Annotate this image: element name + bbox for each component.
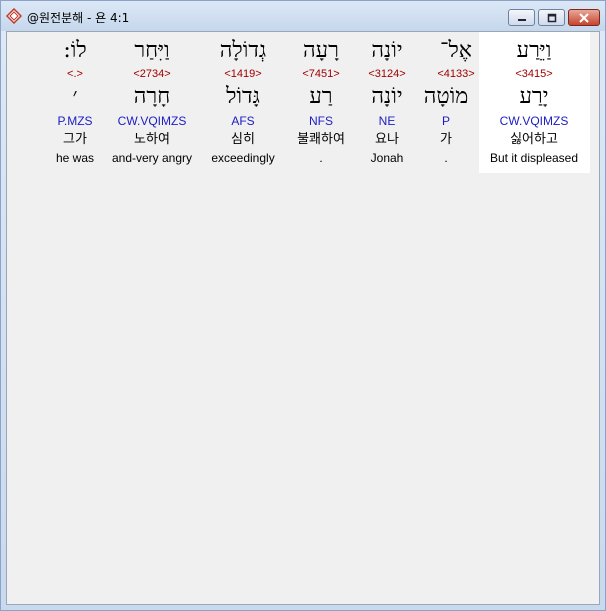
strong-number[interactable]: <2734> <box>102 67 202 81</box>
english-gloss: and-very angry <box>111 151 193 165</box>
close-icon <box>579 8 589 27</box>
korean-gloss: 그가 <box>63 132 87 147</box>
restore-button[interactable] <box>538 9 565 26</box>
morphology-code[interactable]: CW.VQIMZS <box>485 114 583 128</box>
hebrew-lemma[interactable]: חָרָה <box>102 84 202 110</box>
korean-gloss: 노하여 <box>134 132 170 147</box>
morphology-code[interactable]: CW.VQIMZS <box>102 114 202 128</box>
restore-icon <box>547 8 557 27</box>
word-column-6[interactable]: וַיִּחַר <2734> חָרָה CW.VQIMZS 노하여 and-… <box>102 32 202 173</box>
morphology-code[interactable]: P.MZS <box>35 114 115 128</box>
minimize-icon <box>517 8 527 27</box>
app-window: @원전분해 - 욘 4:1 וַיֵּרַע <3415> יָרַע CW.V… <box>0 0 606 611</box>
korean-gloss: 싫어하고 <box>510 132 558 147</box>
strong-number[interactable]: <.> <box>35 67 115 81</box>
hebrew-word[interactable]: לוֹ: <box>35 38 115 64</box>
window-title: @원전분해 - 욘 4:1 <box>27 11 130 25</box>
word-column-1[interactable]: וַיֵּרַע <3415> יָרַע CW.VQIMZS 싫어하고 But… <box>485 32 583 173</box>
word-column-7[interactable]: לוֹ: <.> ׳ P.MZS 그가 he was <box>35 32 115 173</box>
morphology-code[interactable]: AFS <box>193 114 293 128</box>
hebrew-word[interactable]: גְדוֹלָה <box>193 38 293 64</box>
english-gloss: exceedingly <box>211 151 275 165</box>
english-gloss: But it displeased <box>489 151 579 165</box>
english-gloss: he was <box>55 151 95 165</box>
hebrew-lemma[interactable]: גָּדוֹל <box>193 84 293 110</box>
title-bar[interactable]: @원전분해 - 욘 4:1 <box>1 1 605 31</box>
window-controls <box>505 9 600 27</box>
hebrew-word[interactable]: וַיֵּרַע <box>485 38 583 64</box>
hebrew-lemma[interactable]: יָרַע <box>485 84 583 110</box>
minimize-button[interactable] <box>508 9 535 26</box>
interlinear-view[interactable]: וַיֵּרַע <3415> יָרַע CW.VQIMZS 싫어하고 But… <box>6 31 600 605</box>
hebrew-lemma[interactable]: ׳ <box>35 84 115 110</box>
close-button[interactable] <box>568 9 600 26</box>
strong-number[interactable]: <1419> <box>193 67 293 81</box>
strong-number[interactable]: <3415> <box>485 67 583 81</box>
korean-gloss: 심히 <box>231 132 255 147</box>
app-icon[interactable] <box>5 7 23 25</box>
word-column-5[interactable]: גְדוֹלָה <1419> גָּדוֹל AFS 심히 exceeding… <box>193 32 293 173</box>
hebrew-word[interactable]: וַיִּחַר <box>102 38 202 64</box>
